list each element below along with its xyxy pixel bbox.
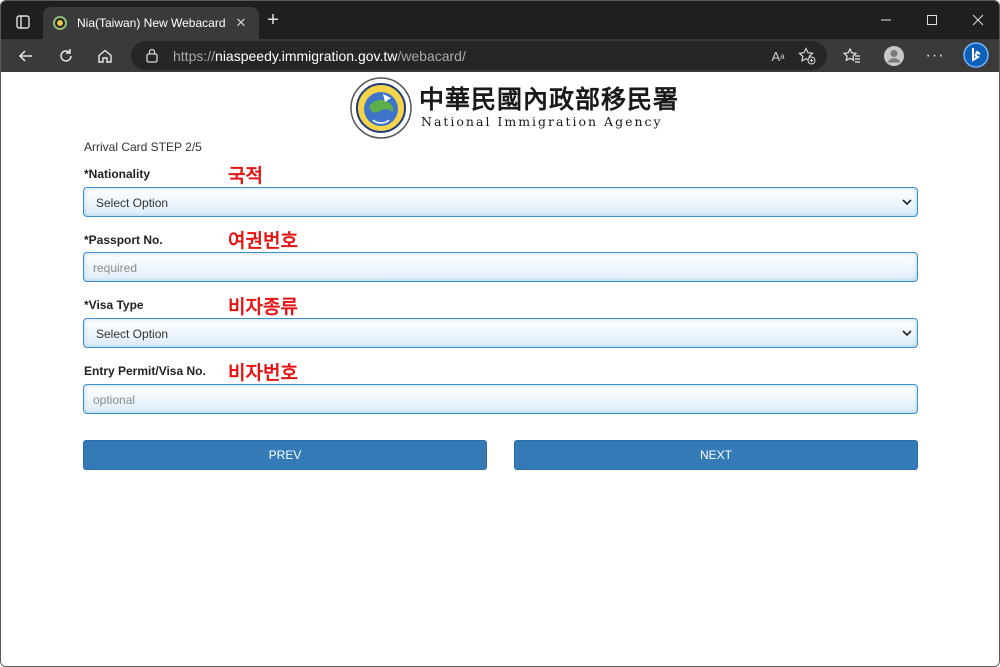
agency-emblem-icon xyxy=(350,77,412,139)
address-bar[interactable]: https://niaspeedy.immigration.gov.tw/web… xyxy=(131,41,827,70)
close-icon[interactable]: ✕ xyxy=(233,15,249,31)
visa-type-label: *Visa Type xyxy=(84,298,144,312)
read-aloud-icon[interactable]: Aa xyxy=(768,46,788,66)
window-controls xyxy=(863,1,999,39)
visa-type-annotation: 비자종류 xyxy=(228,296,298,318)
visa-no-label: Entry Permit/Visa No. xyxy=(84,364,206,378)
visa-type-select[interactable]: Select Option xyxy=(83,318,918,348)
browser-toolbar: https://niaspeedy.immigration.gov.tw/web… xyxy=(1,39,999,72)
prev-button[interactable]: PREV xyxy=(83,440,487,470)
agency-name-zh: 中華民國內政部移民署 xyxy=(419,85,680,114)
passport-placeholder: required xyxy=(93,261,138,275)
plus-icon[interactable]: + xyxy=(263,10,283,31)
home-icon[interactable] xyxy=(92,43,118,69)
agency-name-en: National Immigration Agency xyxy=(421,114,663,129)
browser-window: Nia(Taiwan) New Webacard ✕ + https://nia… xyxy=(0,0,1000,667)
agency-logo[interactable]: 中華民國內政部移民署 National Immigration Agency xyxy=(349,74,678,139)
next-button[interactable]: NEXT xyxy=(514,440,918,470)
nationality-annotation: 국적 xyxy=(228,165,263,187)
tab-title: Nia(Taiwan) New Webacard xyxy=(77,16,226,30)
visa-no-input[interactable]: optional xyxy=(83,384,918,414)
page-content: 中華民國內政部移民署 National Immigration Agency A… xyxy=(1,72,999,666)
refresh-icon[interactable] xyxy=(53,43,79,69)
url-text: https://niaspeedy.immigration.gov.tw/web… xyxy=(173,48,466,64)
visa-no-placeholder: optional xyxy=(93,393,136,407)
back-icon[interactable] xyxy=(13,43,39,69)
chevron-down-icon xyxy=(902,199,912,206)
minimize-icon[interactable] xyxy=(863,1,909,39)
add-favorite-icon[interactable] xyxy=(797,46,817,66)
visa-type-select-value: Select Option xyxy=(96,327,169,341)
bing-copilot-icon[interactable] xyxy=(962,41,990,69)
sidebar-icon[interactable] xyxy=(9,10,37,34)
maximize-icon[interactable] xyxy=(909,1,955,39)
nationality-select[interactable]: Select Option xyxy=(83,187,918,217)
favorites-icon[interactable] xyxy=(839,43,865,69)
close-window-icon[interactable] xyxy=(955,1,999,39)
nationality-select-value: Select Option xyxy=(96,196,169,210)
lock-icon[interactable] xyxy=(145,48,159,63)
visa-no-annotation: 비자번호 xyxy=(228,362,298,384)
nationality-label: *Nationality xyxy=(84,167,151,181)
profile-icon[interactable] xyxy=(881,43,907,69)
passport-annotation: 여권번호 xyxy=(228,230,298,252)
site-favicon-icon xyxy=(53,16,67,30)
tab-strip: Nia(Taiwan) New Webacard ✕ + xyxy=(1,1,999,39)
passport-input[interactable]: required xyxy=(83,252,918,282)
passport-label: *Passport No. xyxy=(84,233,163,247)
chevron-down-icon xyxy=(902,330,912,337)
step-indicator: Arrival Card STEP 2/5 xyxy=(84,140,202,154)
active-tab[interactable]: Nia(Taiwan) New Webacard ✕ xyxy=(43,7,259,39)
more-icon[interactable]: ··· xyxy=(922,43,948,69)
